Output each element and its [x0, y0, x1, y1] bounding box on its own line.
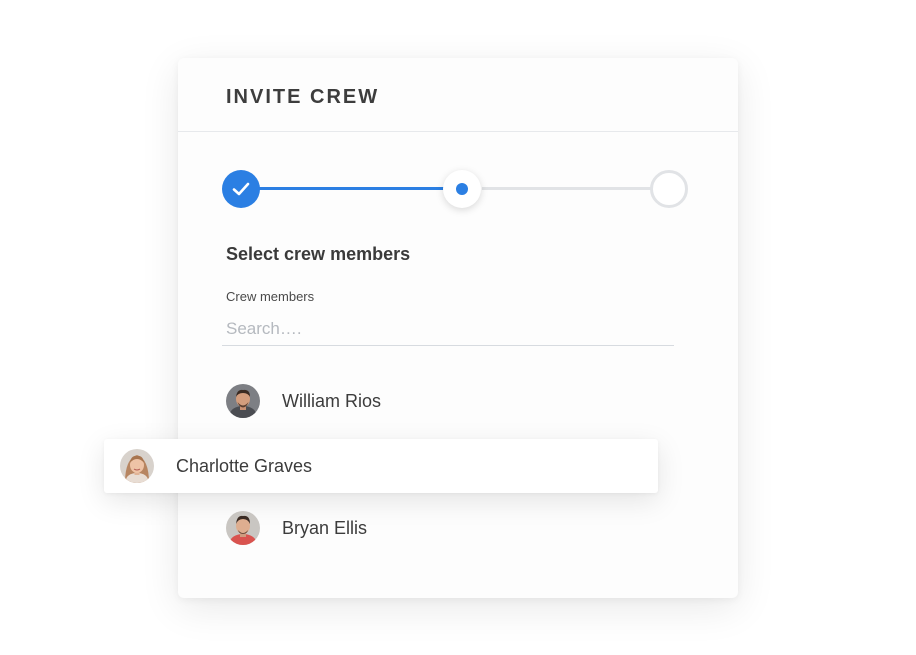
- member-name: William Rios: [282, 390, 381, 411]
- progress-stepper: [222, 170, 690, 210]
- step-1-completed[interactable]: [222, 170, 260, 208]
- card-header: INVITE CREW: [178, 58, 738, 132]
- step-3-upcoming[interactable]: [650, 170, 688, 208]
- dialog-title: INVITE CREW: [226, 86, 380, 108]
- stepper-line-upcoming: [482, 187, 672, 190]
- avatar: [226, 511, 260, 545]
- member-list-item[interactable]: William Rios: [226, 375, 381, 427]
- member-name: Bryan Ellis: [282, 517, 368, 538]
- step-2-current[interactable]: [443, 170, 481, 208]
- check-icon: [232, 182, 250, 196]
- member-list-item[interactable]: Bryan Ellis: [226, 502, 367, 554]
- member-name: Charlotte Graves: [176, 455, 313, 476]
- stepper-line-completed: [242, 187, 462, 190]
- search-input[interactable]: [222, 312, 674, 346]
- dot-icon: [456, 183, 468, 195]
- avatar: [226, 384, 260, 418]
- crew-members-label: Crew members: [226, 289, 315, 304]
- member-list-item-dragging[interactable]: Charlotte Graves: [104, 439, 658, 493]
- avatar: [120, 449, 154, 483]
- section-title: Select crew members: [226, 244, 411, 264]
